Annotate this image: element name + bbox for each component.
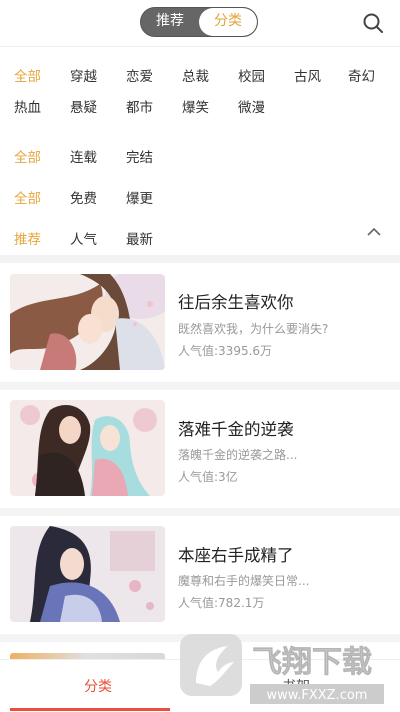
comic-card[interactable]: 落难千金的逆袭 落魄千金的逆袭之路... 人气值:3亿 (0, 400, 400, 510)
comic-cover (10, 400, 165, 496)
filter-status[interactable]: 连载 (70, 146, 97, 166)
comic-popularity: 人气值:782.1万 (178, 596, 265, 610)
watermark-logo: 飞翔下载 www.FXXZ.com (180, 634, 384, 704)
tab-switch: 推荐 分类 (140, 7, 258, 37)
filter-genre[interactable]: 恋爱 (126, 65, 153, 85)
filter-genre[interactable]: 微漫 (238, 96, 265, 116)
filter-price[interactable]: 爆更 (126, 187, 153, 207)
comic-popularity: 人气值:3亿 (178, 470, 238, 484)
filter-genre-all[interactable]: 全部 (14, 65, 41, 85)
comic-title[interactable]: 本座右手成精了 (178, 542, 294, 566)
filter-genre[interactable]: 总裁 (182, 65, 209, 85)
tab-recommend[interactable]: 推荐 (141, 8, 199, 36)
comic-desc: 落魄千金的逆袭之路... (178, 448, 298, 462)
sort-popularity[interactable]: 人气 (70, 228, 97, 248)
comic-card[interactable]: 本座右手成精了 魔尊和右手的爆笑日常... 人气值:782.1万 (0, 526, 400, 636)
comic-card[interactable]: 往后余生喜欢你 既然喜欢我，为什么要消失? 人气值:3395.6万 (0, 274, 400, 384)
sort-latest[interactable]: 最新 (126, 228, 153, 248)
filter-genre[interactable]: 穿越 (70, 65, 97, 85)
filter-genre[interactable]: 都市 (126, 96, 153, 116)
filter-divider (0, 255, 400, 263)
card-divider (0, 508, 400, 516)
card-divider (0, 382, 400, 390)
sort-recommend[interactable]: 推荐 (14, 228, 41, 248)
search-icon[interactable] (362, 12, 384, 34)
comic-popularity: 人气值:3395.6万 (178, 344, 273, 358)
comic-cover (10, 526, 165, 622)
filter-genre[interactable]: 悬疑 (70, 96, 97, 116)
comic-cover (10, 274, 165, 370)
comic-desc: 既然喜欢我，为什么要消失? (178, 322, 329, 336)
tab-category-bottom[interactable]: 分类 (84, 676, 112, 696)
filter-status[interactable]: 完结 (126, 146, 153, 166)
filter-genre[interactable]: 爆笑 (182, 96, 209, 116)
filter-genre[interactable]: 古风 (294, 65, 321, 85)
watermark-url: www.FXXZ.com (267, 688, 368, 703)
chevron-up-icon[interactable] (366, 227, 382, 237)
comic-desc: 魔尊和右手的爆笑日常... (178, 574, 310, 588)
filter-status-all[interactable]: 全部 (14, 146, 41, 166)
tab-category[interactable]: 分类 (199, 8, 257, 36)
watermark-brand: 飞翔下载 (252, 645, 372, 680)
filter-genre[interactable]: 热血 (14, 96, 41, 116)
comic-title[interactable]: 落难千金的逆袭 (178, 416, 294, 440)
top-bar: 推荐 分类 (0, 0, 400, 46)
filter-price[interactable]: 免费 (70, 187, 97, 207)
filter-genre[interactable]: 奇幻 (348, 65, 375, 85)
filter-price-all[interactable]: 全部 (14, 187, 41, 207)
filter-genre[interactable]: 校园 (238, 65, 265, 85)
header-divider (0, 46, 400, 47)
comic-title[interactable]: 往后余生喜欢你 (178, 289, 294, 313)
